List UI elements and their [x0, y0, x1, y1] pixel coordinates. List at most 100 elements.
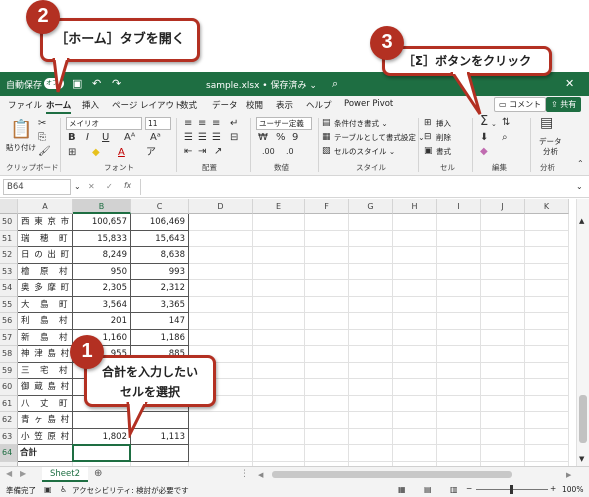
- column-header-d[interactable]: D: [189, 199, 253, 214]
- cell[interactable]: [305, 445, 349, 462]
- column-header-i[interactable]: I: [437, 199, 481, 214]
- cell[interactable]: [189, 280, 253, 297]
- row-header[interactable]: 56: [0, 313, 18, 330]
- row-header[interactable]: 55: [0, 296, 18, 313]
- cell[interactable]: [349, 412, 393, 429]
- cell[interactable]: [305, 412, 349, 429]
- cell[interactable]: [253, 428, 305, 445]
- cell[interactable]: [393, 214, 437, 231]
- cell[interactable]: [481, 280, 525, 297]
- cell[interactable]: [481, 362, 525, 379]
- autosum-dropdown-icon[interactable]: ⌄: [491, 118, 497, 130]
- cell[interactable]: [393, 346, 437, 363]
- underline-icon[interactable]: U: [102, 132, 109, 144]
- cell[interactable]: [253, 445, 305, 462]
- font-color-icon[interactable]: A: [118, 147, 125, 159]
- page-break-view-icon[interactable]: ▥: [450, 484, 458, 496]
- macro-record-icon[interactable]: ▣: [44, 484, 52, 496]
- cell-a58[interactable]: 神 津 島 村: [18, 346, 73, 363]
- decrease-decimal-icon[interactable]: .0: [286, 146, 294, 158]
- cell-b55[interactable]: 3,564: [73, 296, 131, 313]
- zoom-out-icon[interactable]: −: [466, 484, 472, 493]
- cell[interactable]: [525, 362, 569, 379]
- cell[interactable]: [525, 296, 569, 313]
- cell[interactable]: [305, 296, 349, 313]
- cell-a64[interactable]: 合計: [18, 445, 73, 462]
- expand-formula-icon[interactable]: ⌄: [576, 181, 583, 193]
- row-header[interactable]: 62: [0, 412, 18, 429]
- search-icon[interactable]: ⌕: [332, 77, 338, 91]
- cell[interactable]: [305, 379, 349, 396]
- cell-c57[interactable]: 1,186: [131, 329, 189, 346]
- tab-review[interactable]: 校閲: [246, 99, 263, 111]
- cell[interactable]: [393, 247, 437, 264]
- sheet-tab-sheet2[interactable]: Sheet2: [42, 467, 88, 482]
- cell[interactable]: [189, 313, 253, 330]
- file-name[interactable]: sample.xlsx • 保存済み ⌄: [206, 78, 317, 91]
- bold-icon[interactable]: B: [68, 132, 76, 144]
- cell[interactable]: [481, 247, 525, 264]
- phonetic-icon[interactable]: ア: [146, 147, 156, 159]
- prev-sheet-icon[interactable]: ◀: [6, 468, 12, 480]
- cell[interactable]: [437, 379, 481, 396]
- cell[interactable]: [189, 230, 253, 247]
- cell[interactable]: [525, 230, 569, 247]
- tab-split-icon[interactable]: ⋮: [240, 468, 249, 480]
- cell[interactable]: [437, 230, 481, 247]
- font-name-select[interactable]: メイリオ: [66, 117, 142, 130]
- comma-icon[interactable]: 9: [292, 132, 298, 144]
- cell[interactable]: [189, 214, 253, 231]
- cell[interactable]: [481, 263, 525, 280]
- cell[interactable]: [253, 230, 305, 247]
- cell-c53[interactable]: 993: [131, 263, 189, 280]
- cell-b51[interactable]: 15,833: [73, 230, 131, 247]
- cell-b50[interactable]: 100,657: [73, 214, 131, 231]
- fill-color-icon[interactable]: ◆: [92, 147, 100, 159]
- row-header[interactable]: 50: [0, 214, 18, 231]
- column-header-j[interactable]: J: [481, 199, 525, 214]
- align-middle-icon[interactable]: ≡: [198, 118, 206, 130]
- row-header[interactable]: 61: [0, 395, 18, 412]
- row-header[interactable]: 58: [0, 346, 18, 363]
- paste-label[interactable]: 貼り付け: [6, 142, 36, 153]
- cell[interactable]: [525, 428, 569, 445]
- cell-a60[interactable]: 御 蔵 島 村: [18, 379, 73, 396]
- cell[interactable]: [253, 412, 305, 429]
- horizontal-scroll-thumb[interactable]: [272, 471, 512, 478]
- cell[interactable]: [525, 280, 569, 297]
- cell[interactable]: [525, 263, 569, 280]
- accessibility-icon[interactable]: ♿: [60, 484, 67, 496]
- cell-b52[interactable]: 8,249: [73, 247, 131, 264]
- cell[interactable]: [189, 296, 253, 313]
- cell[interactable]: [525, 214, 569, 231]
- cell[interactable]: [393, 412, 437, 429]
- cell[interactable]: [349, 395, 393, 412]
- insert-cells-button[interactable]: 挿入: [436, 118, 451, 129]
- cell-c54[interactable]: 2,312: [131, 280, 189, 297]
- zoom-slider-thumb[interactable]: [510, 485, 513, 494]
- enter-icon[interactable]: ✓: [106, 181, 113, 193]
- font-size-select[interactable]: 11: [145, 117, 171, 130]
- tab-insert[interactable]: 挿入: [82, 99, 99, 111]
- cell[interactable]: [481, 412, 525, 429]
- cell[interactable]: [437, 296, 481, 313]
- row-header[interactable]: 54: [0, 280, 18, 297]
- cell[interactable]: [481, 214, 525, 231]
- cell[interactable]: [481, 296, 525, 313]
- italic-icon[interactable]: I: [86, 132, 89, 144]
- cell-b53[interactable]: 950: [73, 263, 131, 280]
- cell[interactable]: [481, 428, 525, 445]
- cell[interactable]: [481, 329, 525, 346]
- cell[interactable]: [481, 230, 525, 247]
- cell-c56[interactable]: 147: [131, 313, 189, 330]
- number-format-select[interactable]: ユーザー定義: [256, 117, 312, 130]
- cell[interactable]: [437, 214, 481, 231]
- tab-page-layout[interactable]: ページ レイアウト: [112, 99, 183, 111]
- tab-view[interactable]: 表示: [276, 99, 293, 111]
- cell[interactable]: [305, 346, 349, 363]
- data-analysis-label-2[interactable]: 分析: [543, 146, 558, 157]
- column-header-f[interactable]: F: [305, 199, 349, 214]
- cell[interactable]: [189, 247, 253, 264]
- cell-b54[interactable]: 2,305: [73, 280, 131, 297]
- name-box-dropdown-icon[interactable]: ⌄: [74, 181, 81, 193]
